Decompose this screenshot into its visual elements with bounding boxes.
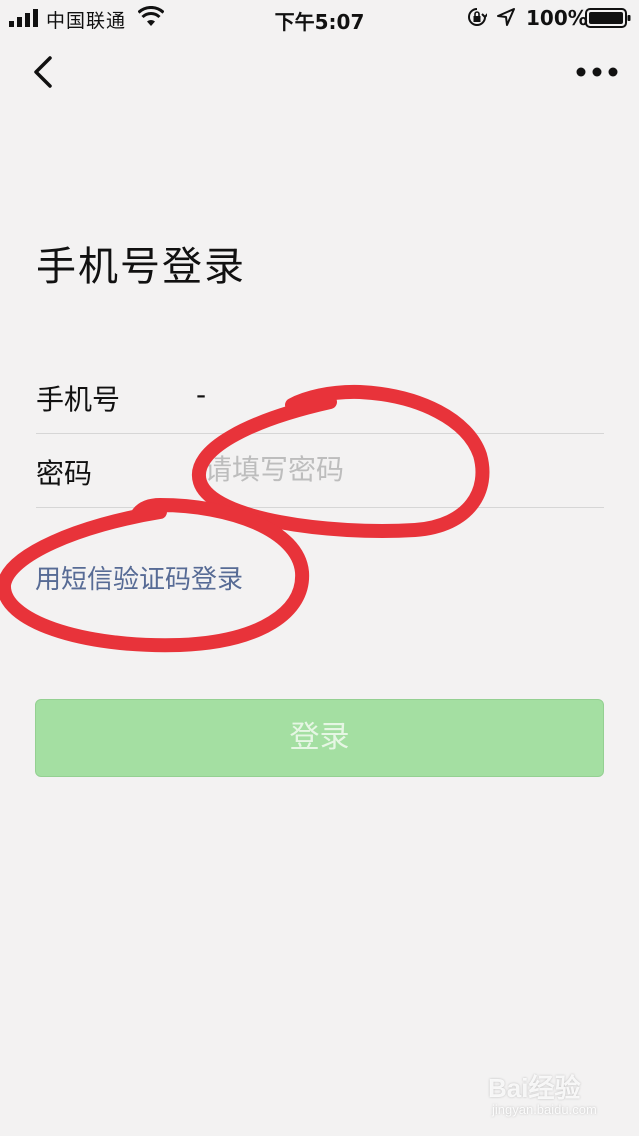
password-label: 密码 [36, 457, 93, 490]
watermark-text: Bai经验 [488, 1073, 581, 1103]
location-icon [497, 8, 515, 26]
back-chevron-icon[interactable] [26, 52, 62, 92]
login-button[interactable]: 登录 [35, 699, 604, 777]
status-bar: 中国联通 下午5:07 100% [0, 0, 639, 36]
orientation-lock-icon [468, 8, 487, 26]
password-row[interactable]: 密码 [36, 433, 604, 508]
password-input[interactable] [204, 447, 594, 491]
battery-percent: 100% [526, 6, 588, 30]
page-title: 手机号登录 [36, 244, 246, 290]
watermark-url: jingyan.baidu.com [492, 1102, 597, 1117]
battery-icon [585, 8, 631, 28]
login-screen: 中国联通 下午5:07 100% 手机号登录 手机号 - 密码 用短信验证码登录… [0, 0, 639, 1136]
sms-login-link[interactable]: 用短信验证码登录 [35, 559, 243, 596]
more-dots-icon[interactable] [570, 54, 624, 90]
phone-value[interactable]: - [196, 378, 206, 411]
phone-row[interactable]: 手机号 - [36, 359, 604, 434]
phone-label: 手机号 [36, 383, 121, 416]
baidu-jingyan-watermark: Bai经验 jingyan.baidu.com [488, 1068, 628, 1128]
